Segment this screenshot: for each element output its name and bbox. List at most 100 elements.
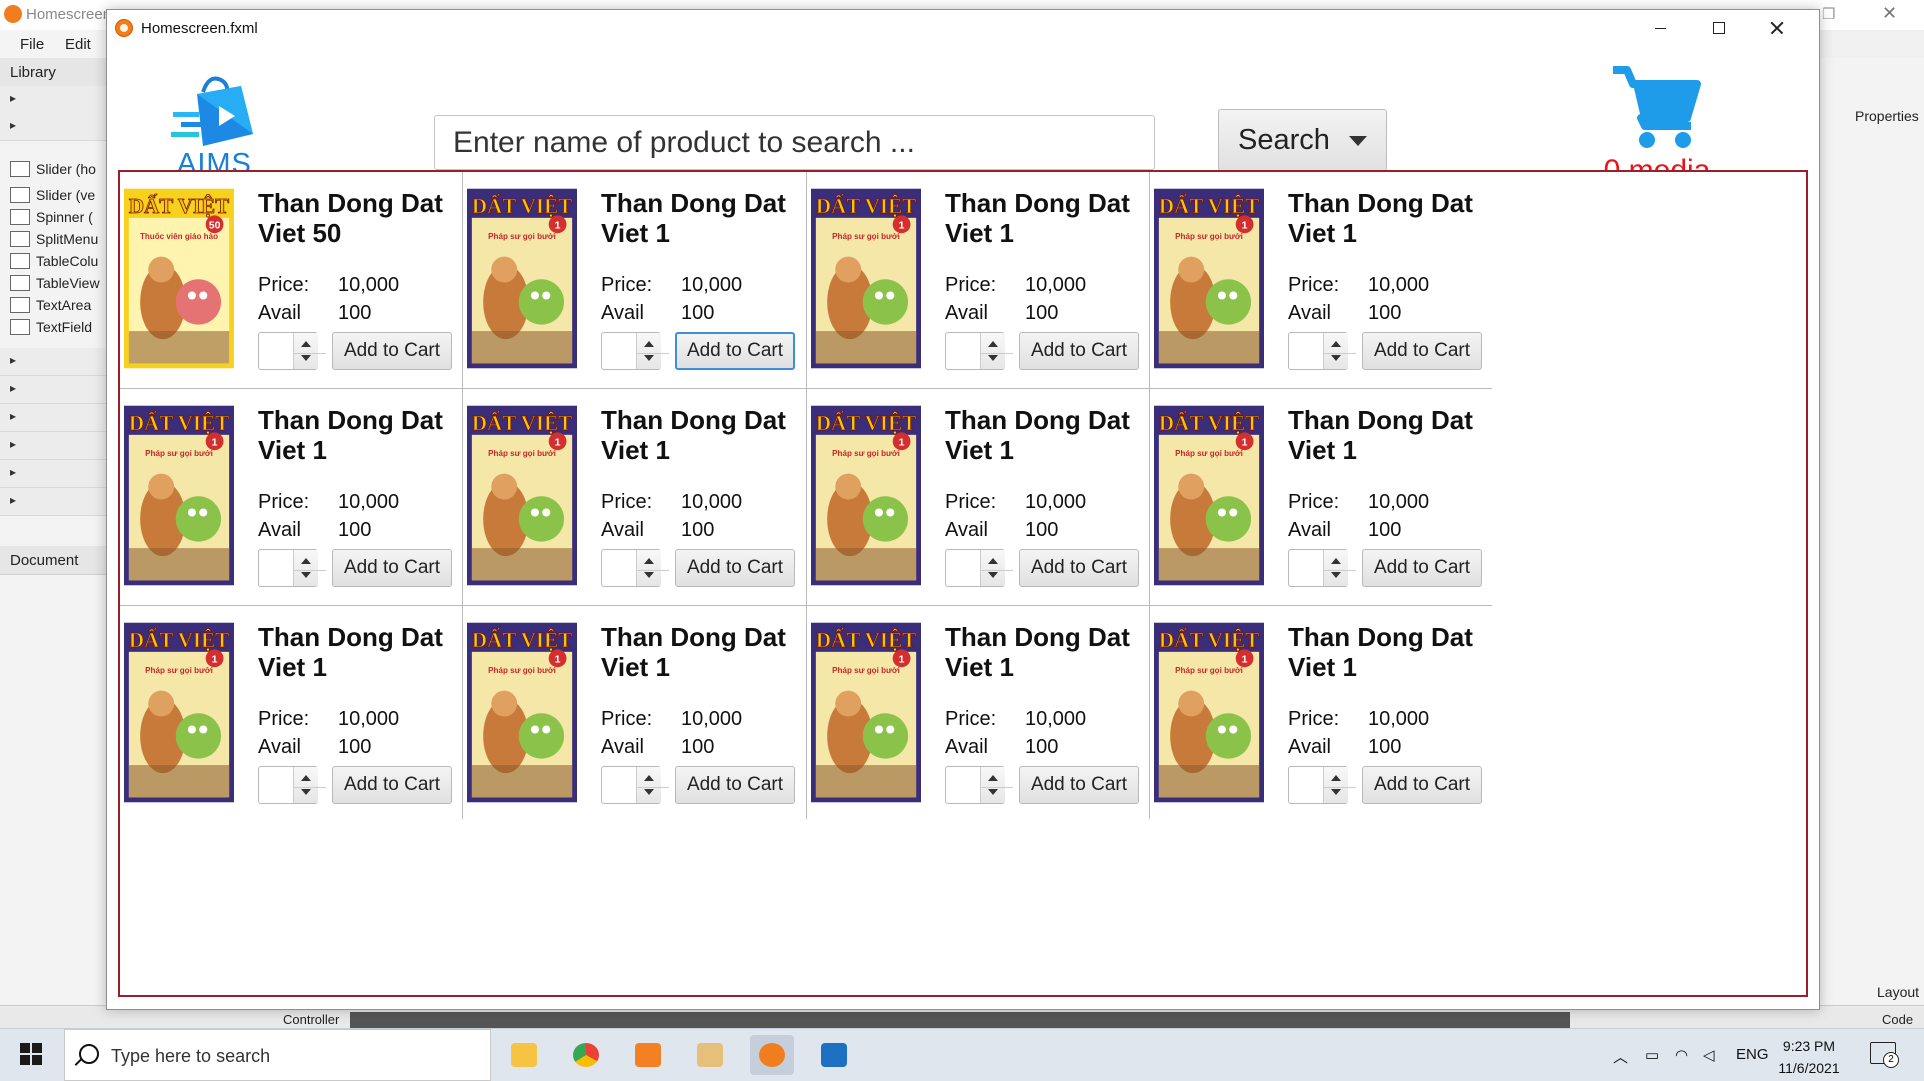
paint-taskbar-icon[interactable] [688, 1035, 732, 1075]
library-group[interactable] [0, 86, 106, 114]
taskbar-search-box[interactable]: Type here to search [64, 1029, 491, 1081]
document-header[interactable]: Document [0, 546, 106, 575]
spinner-down-icon[interactable] [301, 355, 311, 361]
volume-icon[interactable]: ◁ [1703, 1046, 1715, 1064]
controller-label[interactable]: Controller [283, 1012, 339, 1027]
scene-builder-taskbar-icon[interactable] [750, 1035, 794, 1075]
spinner-buttons[interactable] [980, 550, 1013, 586]
properties-tab[interactable]: Properties [1855, 108, 1919, 124]
close-button[interactable] [1747, 10, 1805, 46]
spinner-up-icon[interactable] [644, 558, 654, 564]
spinner-down-icon[interactable] [988, 789, 998, 795]
quantity-spinner[interactable] [945, 766, 1013, 804]
add-to-cart-button[interactable]: Add to Cart [332, 766, 452, 804]
spinner-up-icon[interactable] [1331, 341, 1341, 347]
spinner-buttons[interactable] [636, 333, 669, 369]
spinner-up-icon[interactable] [988, 341, 998, 347]
menu-file[interactable]: File [20, 36, 44, 53]
layout-tab[interactable]: Layout [1877, 984, 1919, 1000]
library-group[interactable] [0, 432, 106, 460]
spinner-up-icon[interactable] [1331, 775, 1341, 781]
menu-edit[interactable]: Edit [65, 36, 91, 53]
library-group[interactable] [0, 113, 106, 141]
spinner-up-icon[interactable] [988, 775, 998, 781]
spinner-up-icon[interactable] [644, 775, 654, 781]
spinner-down-icon[interactable] [301, 789, 311, 795]
library-item[interactable]: TextField [0, 314, 106, 340]
shopping-cart-icon[interactable] [1611, 64, 1701, 154]
add-to-cart-button[interactable]: Add to Cart [332, 332, 452, 370]
spinner-up-icon[interactable] [644, 341, 654, 347]
spinner-down-icon[interactable] [1331, 355, 1341, 361]
spinner-up-icon[interactable] [301, 775, 311, 781]
search-menu-button[interactable]: Search [1218, 109, 1387, 171]
spinner-down-icon[interactable] [988, 355, 998, 361]
quantity-spinner[interactable] [258, 549, 326, 587]
foxit-taskbar-icon[interactable] [626, 1035, 670, 1075]
spinner-down-icon[interactable] [1331, 789, 1341, 795]
spinner-buttons[interactable] [293, 550, 326, 586]
add-to-cart-button[interactable]: Add to Cart [332, 549, 452, 587]
spinner-down-icon[interactable] [644, 572, 654, 578]
quantity-spinner[interactable] [258, 766, 326, 804]
spinner-buttons[interactable] [1323, 767, 1356, 803]
spinner-buttons[interactable] [636, 550, 669, 586]
library-group[interactable] [0, 404, 106, 432]
spinner-up-icon[interactable] [301, 558, 311, 564]
quantity-spinner[interactable] [601, 332, 669, 370]
code-tab[interactable]: Code [1882, 1012, 1913, 1027]
spinner-buttons[interactable] [1323, 550, 1356, 586]
add-to-cart-button[interactable]: Add to Cart [1362, 549, 1482, 587]
spinner-down-icon[interactable] [1331, 572, 1341, 578]
spinner-up-icon[interactable] [1331, 558, 1341, 564]
library-group[interactable] [0, 348, 106, 376]
photos-taskbar-icon[interactable] [812, 1035, 856, 1075]
battery-icon[interactable]: ▭ [1645, 1046, 1659, 1064]
add-to-cart-button[interactable]: Add to Cart [1362, 332, 1482, 370]
background-close-icon[interactable]: ✕ [1882, 3, 1897, 24]
add-to-cart-button[interactable]: Add to Cart [675, 549, 795, 587]
quantity-spinner[interactable] [945, 549, 1013, 587]
quantity-spinner[interactable] [601, 549, 669, 587]
quantity-spinner[interactable] [258, 332, 326, 370]
library-group[interactable] [0, 376, 106, 404]
notification-icon[interactable]: 2 [1870, 1042, 1899, 1068]
maximize-button[interactable] [1689, 10, 1747, 46]
add-to-cart-button[interactable]: Add to Cart [1019, 332, 1139, 370]
tray-chevron-icon[interactable]: ︿ [1613, 1046, 1628, 1067]
spinner-buttons[interactable] [980, 333, 1013, 369]
add-to-cart-button[interactable]: Add to Cart [1019, 766, 1139, 804]
spinner-down-icon[interactable] [301, 572, 311, 578]
library-header[interactable]: Library [0, 58, 106, 87]
spinner-buttons[interactable] [1323, 333, 1356, 369]
background-restore-icon[interactable]: ❐ [1822, 5, 1835, 23]
spinner-up-icon[interactable] [301, 341, 311, 347]
spinner-buttons[interactable] [636, 767, 669, 803]
quantity-spinner[interactable] [945, 332, 1013, 370]
add-to-cart-button[interactable]: Add to Cart [1362, 766, 1482, 804]
spinner-down-icon[interactable] [644, 355, 654, 361]
file-explorer-taskbar-icon[interactable] [502, 1035, 546, 1075]
add-to-cart-button[interactable]: Add to Cart [675, 332, 795, 370]
add-to-cart-button[interactable]: Add to Cart [675, 766, 795, 804]
library-group[interactable] [0, 488, 106, 516]
taskbar-clock[interactable]: 9:23 PM 11/6/2021 [1764, 1035, 1854, 1079]
quantity-spinner[interactable] [1288, 766, 1356, 804]
search-input[interactable] [434, 115, 1155, 170]
spinner-buttons[interactable] [293, 333, 326, 369]
minimize-button[interactable] [1631, 10, 1689, 46]
windows-start-icon[interactable] [20, 1043, 42, 1065]
quantity-spinner[interactable] [1288, 549, 1356, 587]
library-item[interactable]: Slider (ho [0, 156, 106, 182]
quantity-spinner[interactable] [601, 766, 669, 804]
wifi-icon[interactable]: ◠ [1675, 1046, 1688, 1064]
library-group[interactable] [0, 460, 106, 488]
quantity-spinner[interactable] [1288, 332, 1356, 370]
spinner-buttons[interactable] [980, 767, 1013, 803]
window-titlebar[interactable]: Homescreen.fxml [107, 10, 1819, 46]
spinner-down-icon[interactable] [644, 789, 654, 795]
chrome-taskbar-icon[interactable] [564, 1035, 608, 1075]
spinner-up-icon[interactable] [988, 558, 998, 564]
add-to-cart-button[interactable]: Add to Cart [1019, 549, 1139, 587]
spinner-down-icon[interactable] [988, 572, 998, 578]
